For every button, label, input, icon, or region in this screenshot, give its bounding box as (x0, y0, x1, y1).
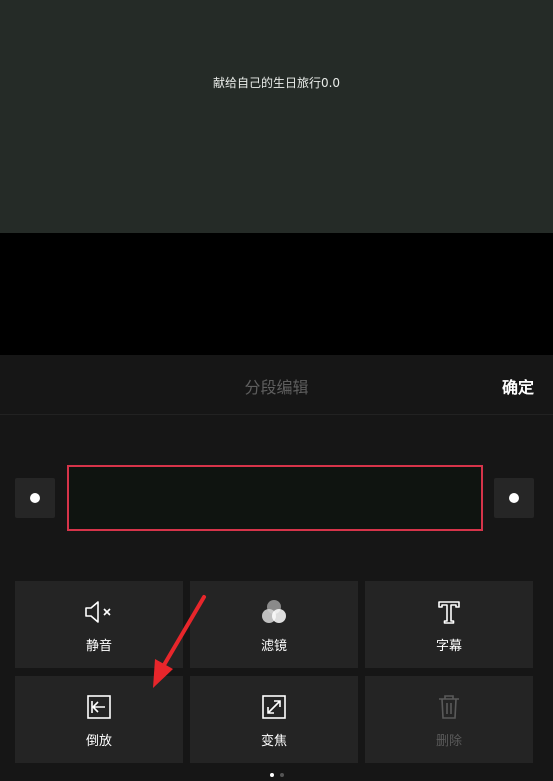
zoom-button[interactable]: 变焦 (190, 676, 358, 763)
reverse-button[interactable]: 倒放 (15, 676, 183, 763)
filter-label: 滤镜 (260, 639, 287, 654)
preview-spacer (0, 233, 553, 355)
filter-icon (190, 599, 358, 625)
clip-timeline-strip[interactable] (67, 465, 483, 531)
handle-dot-icon (30, 493, 40, 503)
reverse-label: 倒放 (85, 734, 112, 749)
trim-handle-right[interactable] (494, 478, 534, 518)
filter-button[interactable]: 滤镜 (190, 581, 358, 668)
delete-button[interactable]: 删除 (365, 676, 533, 763)
video-preview: 献给自己的生日旅行0.0 (0, 0, 553, 233)
zoom-label: 变焦 (260, 734, 287, 749)
delete-label: 删除 (435, 734, 462, 749)
mute-button[interactable]: 静音 (15, 581, 183, 668)
handle-dot-icon (509, 493, 519, 503)
reverse-icon (15, 694, 183, 720)
subtitle-icon (365, 599, 533, 625)
subtitle-button[interactable]: 字幕 (365, 581, 533, 668)
zoom-icon (190, 694, 358, 720)
panel-header: 分段编辑 确定 (0, 355, 553, 415)
subtitle-label: 字幕 (435, 639, 462, 654)
mute-label: 静音 (85, 639, 112, 654)
preview-caption: 献给自己的生日旅行0.0 (212, 76, 341, 90)
page-indicator (0, 773, 553, 779)
delete-icon (365, 694, 533, 720)
mute-icon (15, 599, 183, 625)
page-dot-active (269, 773, 274, 777)
trim-handle-left[interactable] (15, 478, 55, 518)
panel-title: 分段编辑 (244, 378, 309, 397)
confirm-button[interactable]: 确定 (502, 374, 534, 398)
page-dot (279, 773, 284, 777)
